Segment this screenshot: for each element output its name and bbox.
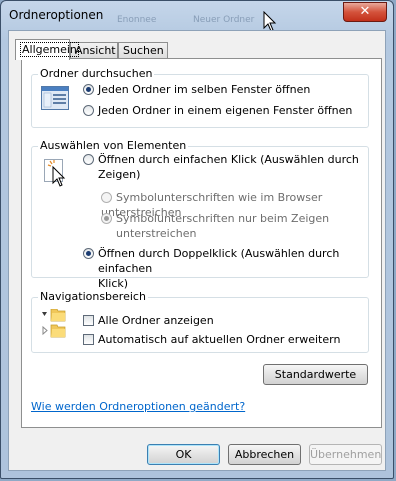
- radio-button[interactable]: [101, 192, 112, 203]
- group-title: Navigationsbereich: [38, 290, 148, 303]
- radio-underline-hover[interactable]: Symbolunterschriften nur beim Zeigen unt…: [101, 211, 329, 241]
- title-bar[interactable]: Ordneroptionen Enonnee Neuer Ordner ✕: [1, 1, 393, 29]
- group-title: Ordner durchsuchen: [38, 67, 155, 80]
- close-icon: ✕: [359, 4, 371, 19]
- help-link[interactable]: Wie werden Ordneroptionen geändert?: [31, 400, 245, 413]
- radio-button[interactable]: [83, 84, 94, 95]
- restore-defaults-button[interactable]: Standardwerte: [263, 364, 368, 385]
- ok-button[interactable]: OK: [147, 444, 220, 465]
- radio-button[interactable]: [101, 213, 112, 224]
- browse-folders-group: Ordner durchsuchen Jeden Ordner im selbe…: [31, 67, 369, 128]
- folder-tree-icon: [42, 309, 66, 338]
- radio-button[interactable]: [83, 248, 94, 259]
- background-text: Neuer Ordner: [193, 15, 255, 25]
- checkbox[interactable]: [83, 334, 94, 345]
- checkbox-show-all-folders[interactable]: Alle Ordner anzeigen: [83, 313, 214, 328]
- click-cursor-icon: [44, 159, 66, 187]
- radio-own-window[interactable]: Jeden Ordner in einem eigenen Fenster öf…: [83, 103, 352, 118]
- checkbox[interactable]: [83, 315, 94, 326]
- checkbox-auto-expand[interactable]: Automatisch auf aktuellen Ordner erweite…: [83, 332, 340, 347]
- cancel-button[interactable]: Abbrechen: [228, 444, 301, 465]
- tab-allgemein[interactable]: Allgemein: [15, 39, 79, 60]
- window-layout-icon: [41, 86, 69, 110]
- dialog-window: Ordneroptionen Enonnee Neuer Ordner ✕ Al…: [0, 0, 394, 479]
- tab-suchen[interactable]: Suchen: [118, 42, 168, 59]
- window-title: Ordneroptionen: [9, 8, 104, 22]
- radio-button[interactable]: [83, 105, 94, 116]
- background-text: Enonnee: [117, 15, 157, 25]
- radio-button[interactable]: [83, 154, 94, 165]
- apply-button[interactable]: Übernehmen: [309, 444, 382, 465]
- tab-panel-general: Ordner durchsuchen Jeden Ordner im selbe…: [21, 58, 382, 428]
- close-button[interactable]: ✕: [343, 2, 387, 22]
- select-items-group: Auswählen von Elementen Öffnen durch ein…: [31, 139, 369, 290]
- radio-single-click[interactable]: Öffnen durch einfachen Klick (Auswählen …: [83, 152, 363, 182]
- radio-same-window[interactable]: Jeden Ordner im selben Fenster öffnen: [83, 82, 310, 97]
- radio-double-click[interactable]: Öffnen durch Doppelklick (Auswählen durc…: [83, 246, 365, 291]
- navigation-pane-group: Navigationsbereich Alle Ordner anzeigen …: [31, 290, 369, 353]
- group-title: Auswählen von Elementen: [38, 139, 189, 152]
